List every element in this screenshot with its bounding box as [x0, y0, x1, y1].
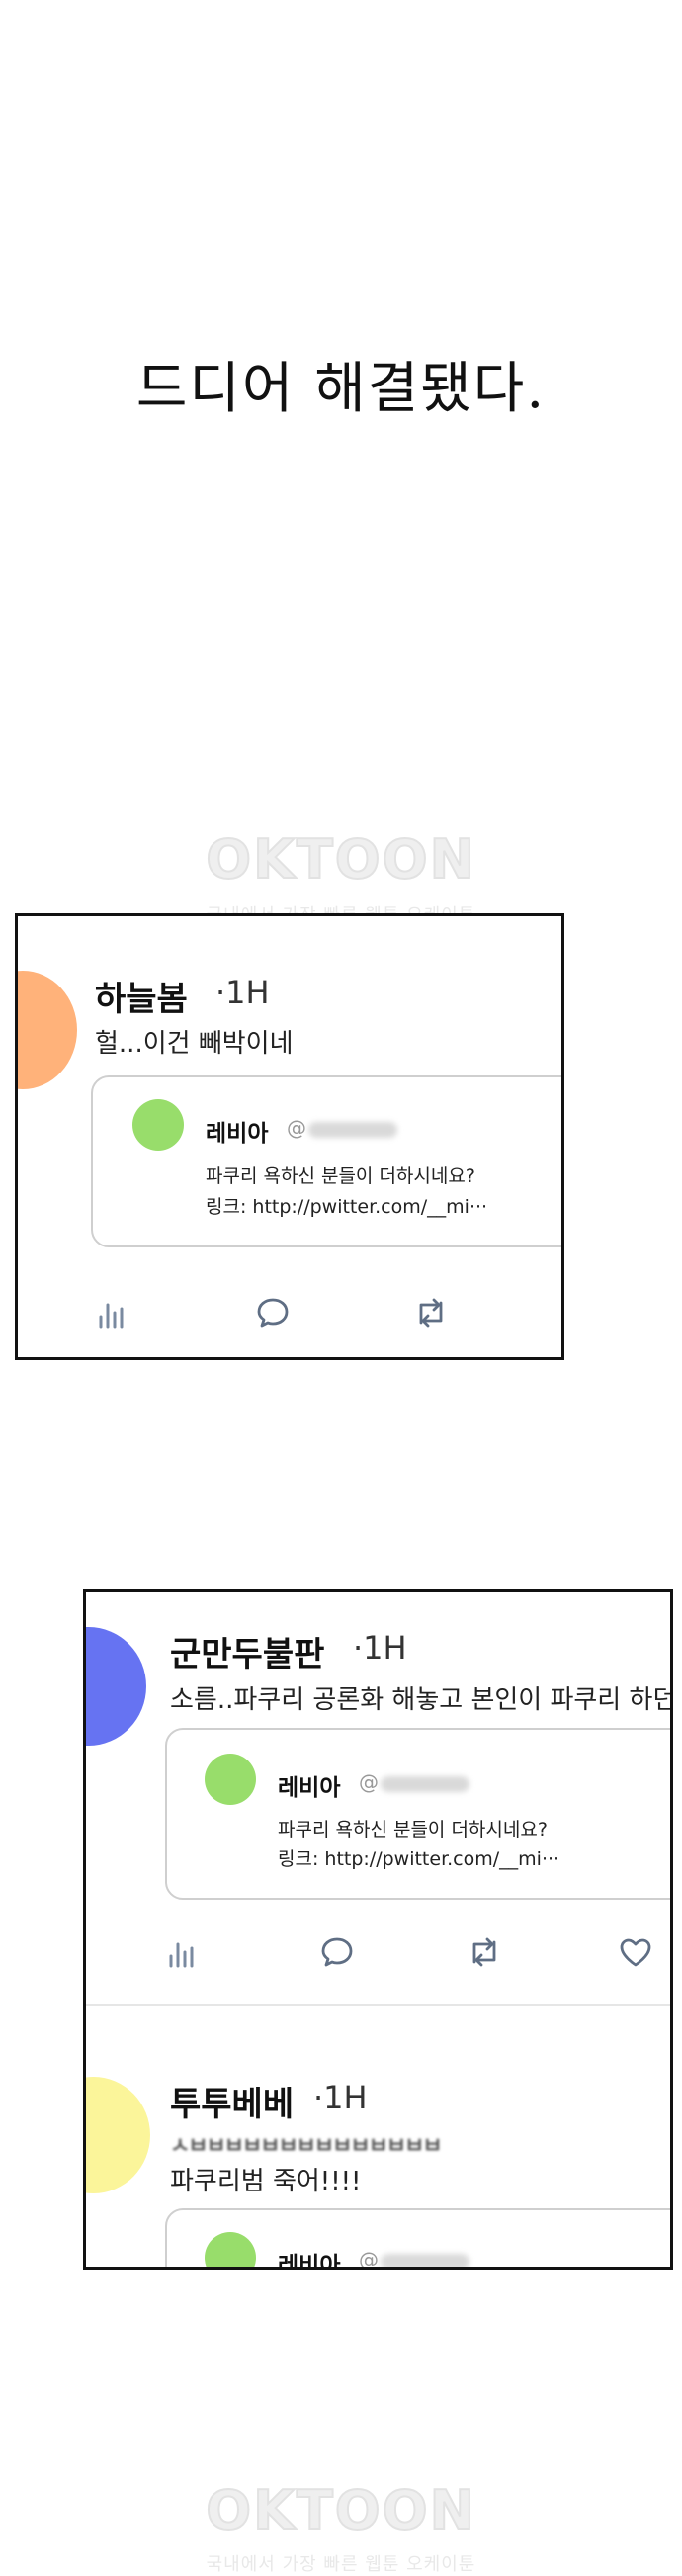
avatar-haneulbom[interactable]: [18, 971, 77, 1089]
timestamp: ·1H: [353, 1629, 407, 1667]
timestamp: ·1H: [215, 974, 270, 1011]
quoted-handle: @: [287, 1116, 306, 1140]
avatar-levia: [132, 1099, 184, 1151]
quoted-username: 레비아: [278, 1775, 341, 1801]
username[interactable]: 하늘봄: [95, 972, 188, 1020]
quoted-tweet[interactable]: 레비아 @ 파쿠리 욕하신 분들이 더하시네요? 링크: http://pwit…: [165, 1728, 670, 1900]
blurred-text: ㅅㅂㅂㅂㅂㅂㅂㅂㅂㅂㅂㅂㅂㅂㅂ: [170, 2134, 443, 2159]
reply-icon[interactable]: [319, 1934, 355, 1970]
timestamp: ·1H: [313, 2079, 368, 2116]
quoted-handle: @: [359, 1770, 379, 1794]
quoted-tweet[interactable]: 레비아 @: [165, 2208, 670, 2270]
tweet-panel-2: 군만두불판 ·1H 소름..파쿠리 공론화 해놓고 본인이 파쿠리 하던 레비아…: [83, 1589, 673, 2270]
avatar-gunmandu[interactable]: [86, 1627, 146, 1746]
reply-icon[interactable]: [255, 1295, 291, 1331]
watermark-logo-2: OKTOON: [205, 2478, 476, 2542]
tweet-panel-1: 하늘봄 ·1H 헐...이건 빼박이네 레비아 @ 파쿠리 욕하신 분들이 더하…: [15, 913, 564, 1360]
quoted-text-line2: 링크: http://pwitter.com/__mi···: [206, 1196, 488, 1218]
like-icon[interactable]: [618, 1934, 653, 1970]
watermark-logo: OKTOON: [205, 827, 476, 892]
blurred-handle: [308, 1122, 397, 1138]
avatar-levia: [205, 1754, 256, 1805]
blurred-handle: [381, 1776, 469, 1792]
quoted-tweet[interactable]: 레비아 @ 파쿠리 욕하신 분들이 더하시네요? 링크: http://pwit…: [91, 1075, 561, 1247]
stats-icon[interactable]: [165, 1936, 201, 1972]
quoted-text-line1: 파쿠리 욕하신 분들이 더하시네요?: [206, 1165, 475, 1187]
post-divider: [86, 2004, 670, 2006]
quoted-username: 레비아: [206, 1121, 269, 1147]
retweet-icon[interactable]: [467, 1934, 502, 1970]
blurred-handle: [381, 2254, 469, 2267]
quoted-username: 레비아: [278, 2253, 341, 2270]
tweet-text: 파쿠리범 죽어!!!!: [170, 2167, 362, 2196]
retweet-icon[interactable]: [413, 1295, 449, 1331]
quoted-text-line1: 파쿠리 욕하신 분들이 더하시네요?: [278, 1819, 548, 1841]
narration-text: 드디어 해결됐다.: [135, 357, 547, 421]
avatar-tutubebe[interactable]: [86, 2077, 150, 2193]
quoted-text-line2: 링크: http://pwitter.com/__mi···: [278, 1848, 560, 1870]
tweet-text: 소름..파쿠리 공론화 해놓고 본인이 파쿠리 하던: [170, 1685, 673, 1715]
username[interactable]: 군만두불판: [170, 1627, 324, 1675]
watermark-tagline-2: 국내에서 가장 빠른 웹툰 오케이툰: [206, 2554, 476, 2575]
tweet-text: 헐...이건 빼박이네: [95, 1029, 294, 1059]
quoted-handle: @: [359, 2248, 379, 2270]
stats-icon[interactable]: [95, 1297, 130, 1332]
avatar-levia: [205, 2232, 256, 2267]
username[interactable]: 투투베베: [170, 2077, 294, 2125]
